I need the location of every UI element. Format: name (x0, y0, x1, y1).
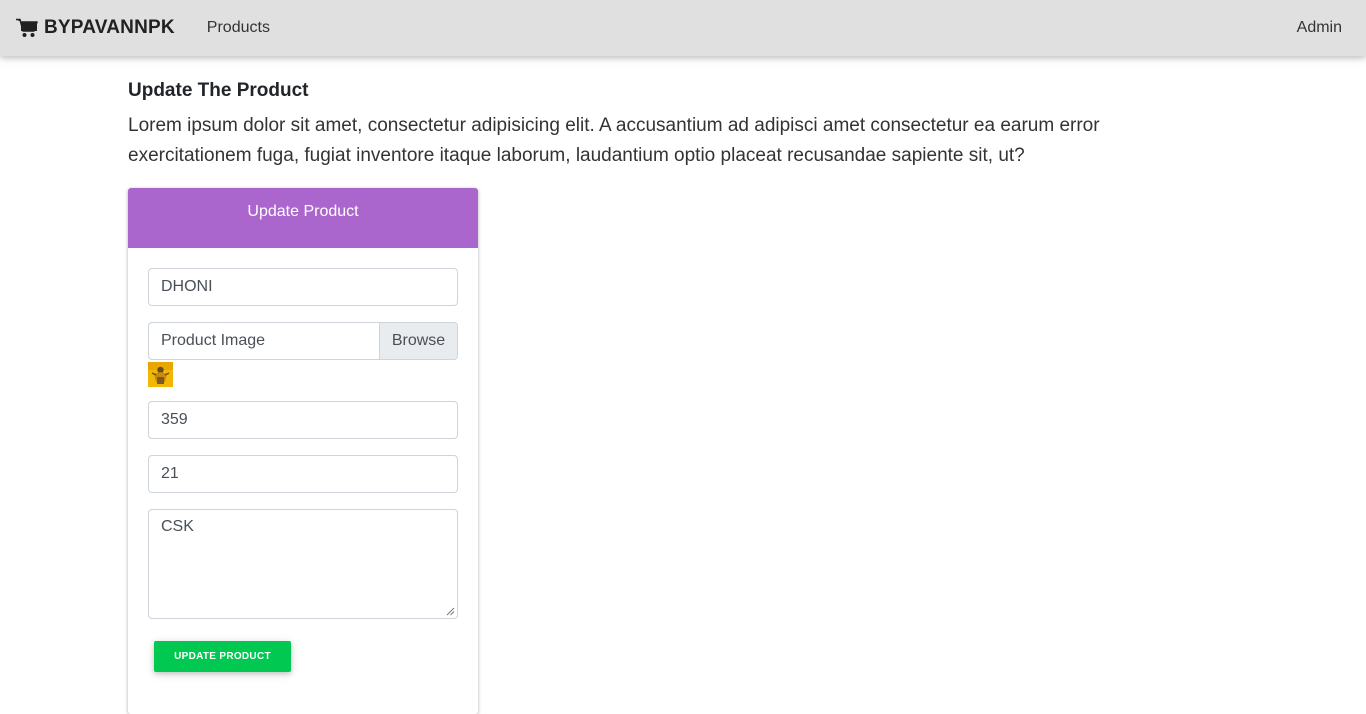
brand-link[interactable]: BYPAVANNPK (16, 17, 175, 39)
file-input-label: Product Image (161, 332, 266, 349)
browse-button[interactable]: Browse (379, 323, 457, 359)
product-image-file-input[interactable]: Product Image Browse (148, 322, 458, 360)
shopping-cart-icon (16, 18, 38, 37)
resize-handle-icon[interactable] (446, 607, 455, 616)
page-title: Update The Product (128, 80, 309, 101)
product-thumbnail (148, 362, 173, 387)
nav-link-admin[interactable]: Admin (1297, 19, 1342, 37)
product-quantity-input[interactable]: 21 (148, 455, 458, 493)
card-header: Update Product (128, 188, 478, 248)
textarea-value: CSK (161, 518, 194, 535)
page-description: Lorem ipsum dolor sit amet, consectetur … (128, 115, 1100, 166)
nav-link-products[interactable]: Products (207, 19, 270, 37)
update-product-button[interactable]: UPDATE PRODUCT (154, 641, 291, 672)
brand-name: BYPAVANNPK (44, 17, 175, 38)
top-navbar: BYPAVANNPK Products Admin (0, 0, 1366, 56)
update-product-form: DHONI Product Image Browse 359 21 CSK UP… (128, 248, 478, 672)
page-intro: Update The Product Lorem ipsum dolor sit… (128, 80, 1238, 171)
update-product-card: Update Product DHONI Product Image Brows… (128, 188, 478, 714)
product-price-input[interactable]: 359 (148, 401, 458, 439)
product-description-textarea[interactable]: CSK (148, 509, 458, 619)
product-name-input[interactable]: DHONI (148, 268, 458, 306)
